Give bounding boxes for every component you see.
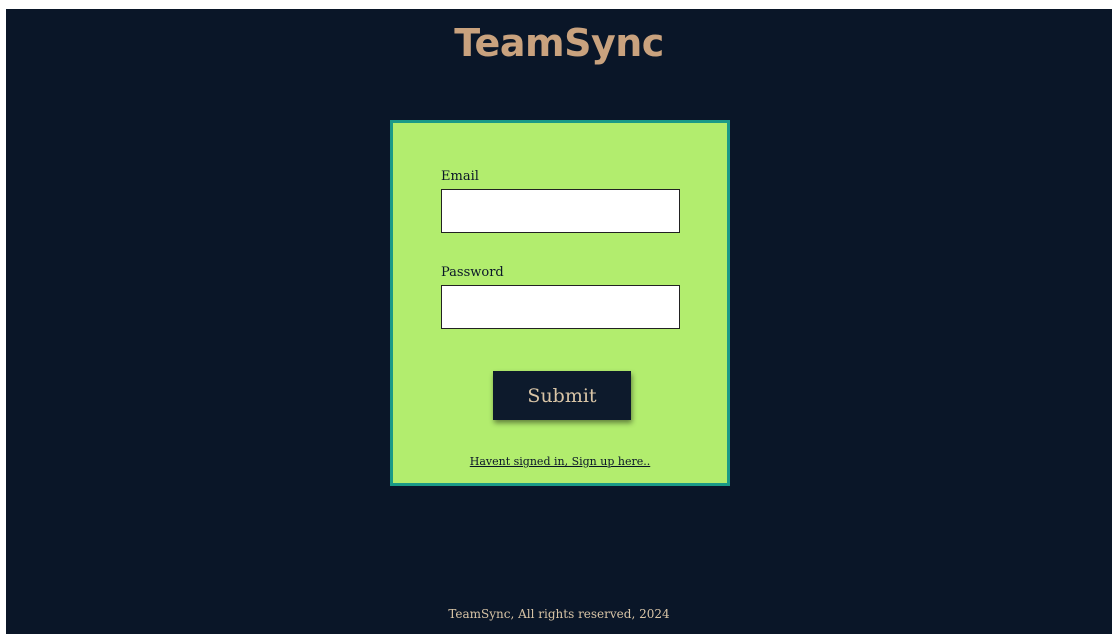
email-label: Email <box>441 169 479 184</box>
password-input[interactable] <box>441 285 680 329</box>
page-background: TeamSync Email Password Submit Havent si… <box>6 9 1112 634</box>
submit-button[interactable]: Submit <box>493 371 631 420</box>
login-card: Email Password Submit Havent signed in, … <box>390 120 730 486</box>
email-input[interactable] <box>441 189 680 233</box>
password-label: Password <box>441 265 504 280</box>
signup-link[interactable]: Havent signed in, Sign up here.. <box>393 455 727 468</box>
brand-title: TeamSync <box>454 21 664 65</box>
footer-text: TeamSync, All rights reserved, 2024 <box>448 607 670 621</box>
